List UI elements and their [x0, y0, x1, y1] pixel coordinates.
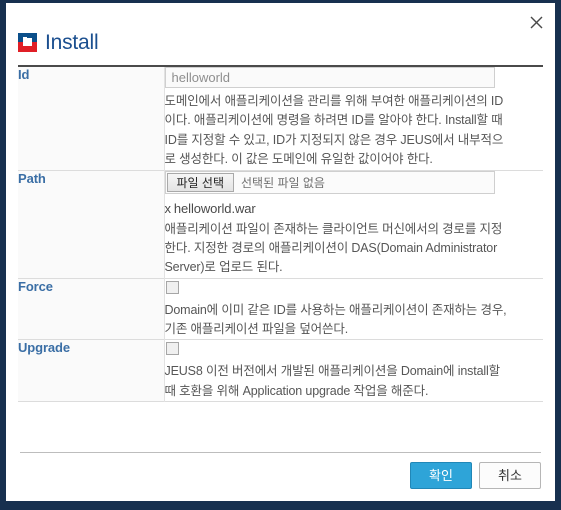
id-input[interactable]	[164, 67, 495, 88]
install-form-table: Id 도메인에서 애플리케이션을 관리를 위해 부여한 애플리케이션의 ID이다…	[18, 65, 543, 402]
chosen-file-name: helloworld.war	[173, 200, 256, 216]
table-row: Force Domain에 이미 같은 ID를 사용하는 애플리케이션이 존재하…	[18, 278, 543, 340]
row-value-force: Domain에 이미 같은 ID를 사용하는 애플리케이션이 존재하는 경우, …	[164, 278, 543, 340]
confirm-button[interactable]: 확인	[410, 462, 472, 489]
row-label-id: Id	[18, 66, 165, 170]
choose-file-button[interactable]: 파일 선택	[166, 172, 234, 192]
table-row: Path 파일 선택 선택된 파일 없음 x helloworld.war 애플리…	[18, 170, 544, 279]
force-checkbox[interactable]	[165, 280, 179, 294]
row-label-upgrade: Upgrade	[18, 339, 165, 402]
chosen-file-row: x helloworld.war	[165, 201, 544, 216]
table-row: Id 도메인에서 애플리케이션을 관리를 위해 부여한 애플리케이션의 ID이다…	[18, 66, 543, 170]
id-description: 도메인에서 애플리케이션을 관리를 위해 부여한 애플리케이션의 ID이다. 애…	[164, 94, 504, 167]
close-icon	[530, 16, 542, 28]
row-value-path: 파일 선택 선택된 파일 없음 x helloworld.war 애플리케이션 파…	[164, 170, 544, 279]
footer-button-group: 확인 취소	[20, 462, 541, 501]
row-label-path: Path	[18, 170, 165, 279]
cancel-button[interactable]: 취소	[479, 462, 541, 489]
close-button[interactable]	[523, 9, 549, 35]
dialog-header: Install	[6, 3, 555, 59]
path-description: 애플리케이션 파일이 존재하는 클라이언트 머신에서의 경로를 지정한다. 지정…	[164, 221, 503, 275]
dialog-footer: 확인 취소	[6, 452, 555, 501]
file-input[interactable]: 파일 선택 선택된 파일 없음	[164, 170, 495, 194]
force-description: Domain에 이미 같은 ID를 사용하는 애플리케이션이 존재하는 경우, …	[164, 302, 507, 336]
row-value-id: 도메인에서 애플리케이션을 관리를 위해 부여한 애플리케이션의 ID이다. 애…	[164, 66, 543, 170]
upgrade-description: JEUS8 이전 버전에서 개발된 애플리케이션을 Domain에 instal…	[164, 364, 501, 398]
remove-file-icon[interactable]: x	[165, 201, 172, 216]
page-title: Install	[45, 30, 99, 54]
row-value-upgrade: JEUS8 이전 버전에서 개발된 애플리케이션을 Domain에 instal…	[164, 339, 543, 402]
upgrade-checkbox[interactable]	[165, 342, 179, 356]
footer-divider	[20, 452, 541, 453]
file-status-text: 선택된 파일 없음	[241, 175, 325, 190]
jeus-logo-icon	[18, 32, 37, 52]
row-label-force: Force	[18, 278, 165, 340]
install-dialog-frame: Install Id 도메인에서 애플리케이션을 관리를 위해 부여한 애플리케…	[0, 0, 561, 510]
install-dialog: Install Id 도메인에서 애플리케이션을 관리를 위해 부여한 애플리케…	[6, 3, 555, 501]
table-row: Upgrade JEUS8 이전 버전에서 개발된 애플리케이션을 Domain…	[18, 339, 543, 402]
